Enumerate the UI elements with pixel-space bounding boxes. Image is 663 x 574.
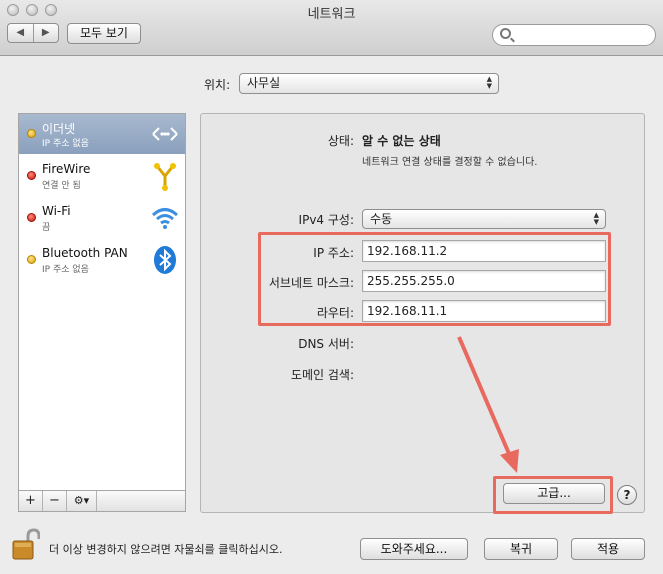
revert-button[interactable]: 복귀 (484, 538, 558, 560)
lock-instruction-text: 더 이상 변경하지 않으려면 자물쇠를 클릭하십시오. (49, 543, 283, 556)
assist-me-button[interactable]: 도와주세요... (360, 538, 468, 560)
advanced-button[interactable]: 고급... (503, 483, 605, 504)
help-button[interactable]: ? (617, 485, 637, 505)
lock-icon[interactable] (12, 528, 40, 560)
apply-button[interactable]: 적용 (571, 538, 645, 560)
